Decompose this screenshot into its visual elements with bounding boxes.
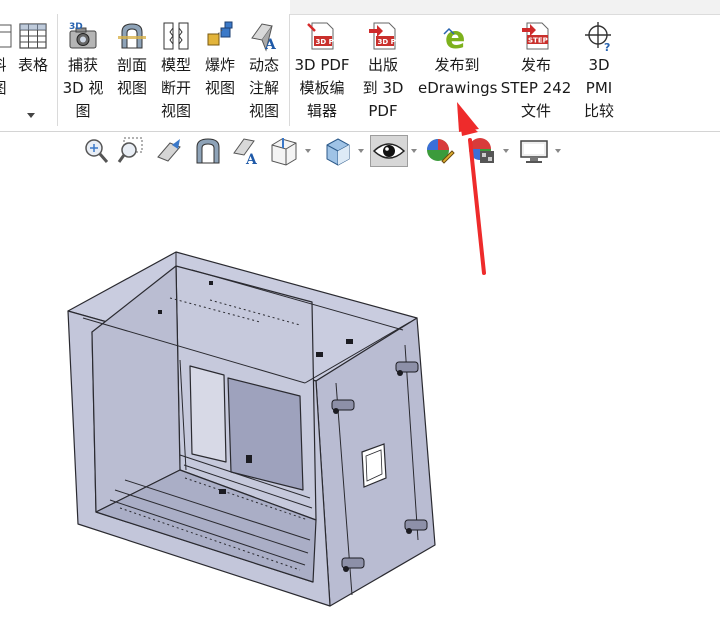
- ribbon-button-model-break-view[interactable]: 模型 断开 视图: [154, 18, 198, 130]
- svg-text:A: A: [264, 37, 277, 52]
- hide-show-items-icon[interactable]: [370, 135, 408, 167]
- chevron-down-icon[interactable]: [411, 149, 417, 153]
- edit-appearance-icon[interactable]: [424, 135, 456, 167]
- ribbon-separator: [57, 14, 58, 126]
- ribbon-button-label: 爆炸 视图: [204, 56, 235, 97]
- ribbon-button-label: 3D PMI 比较: [583, 56, 614, 120]
- ribbon-button-3d-pmi-compare[interactable]: ? 3D PMI 比较: [576, 18, 622, 130]
- publish-pdf-icon: 3D PDF: [367, 20, 407, 52]
- ribbon-button-section-view[interactable]: 剖面 视图: [110, 18, 154, 130]
- edrawings-icon: e: [441, 20, 473, 56]
- ribbon-button-3d-pdf-template-editor[interactable]: 3D PDF 3D PDF 模板编 辑器: [290, 18, 354, 130]
- ribbon-button-publish-step-242[interactable]: STEP 发布 STEP 242 文件: [500, 18, 572, 130]
- ribbon-button-label: 捕获 3D 视 图: [62, 56, 104, 120]
- ribbon-button-label: 发布到 eDrawings: [418, 56, 498, 97]
- chevron-down-icon[interactable]: [503, 149, 509, 153]
- pmi-compare-icon: ?: [583, 20, 615, 54]
- svg-text:STEP: STEP: [528, 37, 548, 45]
- ribbon-button-label: 表格: [17, 56, 48, 74]
- dynamic-annotation-icon[interactable]: A: [230, 135, 262, 168]
- view-settings-icon[interactable]: [518, 135, 550, 167]
- step-file-icon: STEP: [520, 20, 552, 52]
- svg-text:e: e: [445, 21, 465, 52]
- zoom-to-fit-icon[interactable]: [80, 135, 112, 167]
- previous-view-icon[interactable]: [154, 135, 186, 167]
- table-icon: [17, 20, 49, 52]
- section-view-icon[interactable]: [192, 135, 224, 167]
- ribbon-button-label: 动态 注解 视图: [248, 56, 279, 120]
- ribbon-button-animated-annotation-view[interactable]: A 动态 注解 视图: [242, 18, 286, 130]
- camera-icon: 3D: [67, 20, 99, 52]
- ribbon-button-label: 出版 到 3D PDF: [362, 56, 404, 120]
- ribbon-top-strip: [290, 0, 720, 15]
- ribbon-button-publish-to-edrawings[interactable]: e 发布到 eDrawings: [418, 18, 498, 130]
- command-manager-ribbon: 料 图 表格 3D 捕获 3D 视 图: [0, 0, 720, 132]
- chevron-down-icon[interactable]: [555, 149, 561, 153]
- pdf-template-icon: 3D PDF: [306, 20, 345, 52]
- section-view-icon: [116, 20, 148, 52]
- ribbon-button-publish-to-3d-pdf[interactable]: 3D PDF 出版 到 3D PDF: [354, 18, 412, 130]
- ribbon-button-label: 发布 STEP 242 文件: [500, 56, 572, 120]
- display-style-icon[interactable]: [322, 135, 354, 167]
- ribbon-button-label: 3D PDF 模板编 辑器: [294, 56, 350, 120]
- svg-text:A: A: [245, 152, 258, 167]
- chevron-down-icon[interactable]: [27, 113, 35, 118]
- apply-scene-icon[interactable]: [466, 135, 498, 167]
- ribbon-button-exploded-view[interactable]: 爆炸 视图: [198, 18, 242, 130]
- break-view-icon: [160, 20, 192, 52]
- ribbon-button-capture-3d-view[interactable]: 3D 捕获 3D 视 图: [60, 18, 106, 130]
- exploded-view-icon: [204, 20, 236, 52]
- annotation-view-icon: A: [248, 20, 280, 53]
- svg-text:?: ?: [604, 41, 610, 52]
- zoom-to-area-icon[interactable]: [116, 135, 148, 167]
- svg-text:3D PDF: 3D PDF: [378, 38, 400, 46]
- chevron-down-icon[interactable]: [305, 149, 311, 153]
- ribbon-button-label: 模型 断开 视图: [160, 56, 191, 120]
- view-orientation-icon[interactable]: [268, 135, 300, 167]
- chevron-down-icon[interactable]: [358, 149, 364, 153]
- svg-text:3D: 3D: [69, 22, 83, 32]
- svg-text:3D PDF: 3D PDF: [316, 38, 339, 46]
- ribbon-button-label: 剖面 视图: [116, 56, 147, 97]
- heads-up-view-toolbar: A: [0, 133, 720, 171]
